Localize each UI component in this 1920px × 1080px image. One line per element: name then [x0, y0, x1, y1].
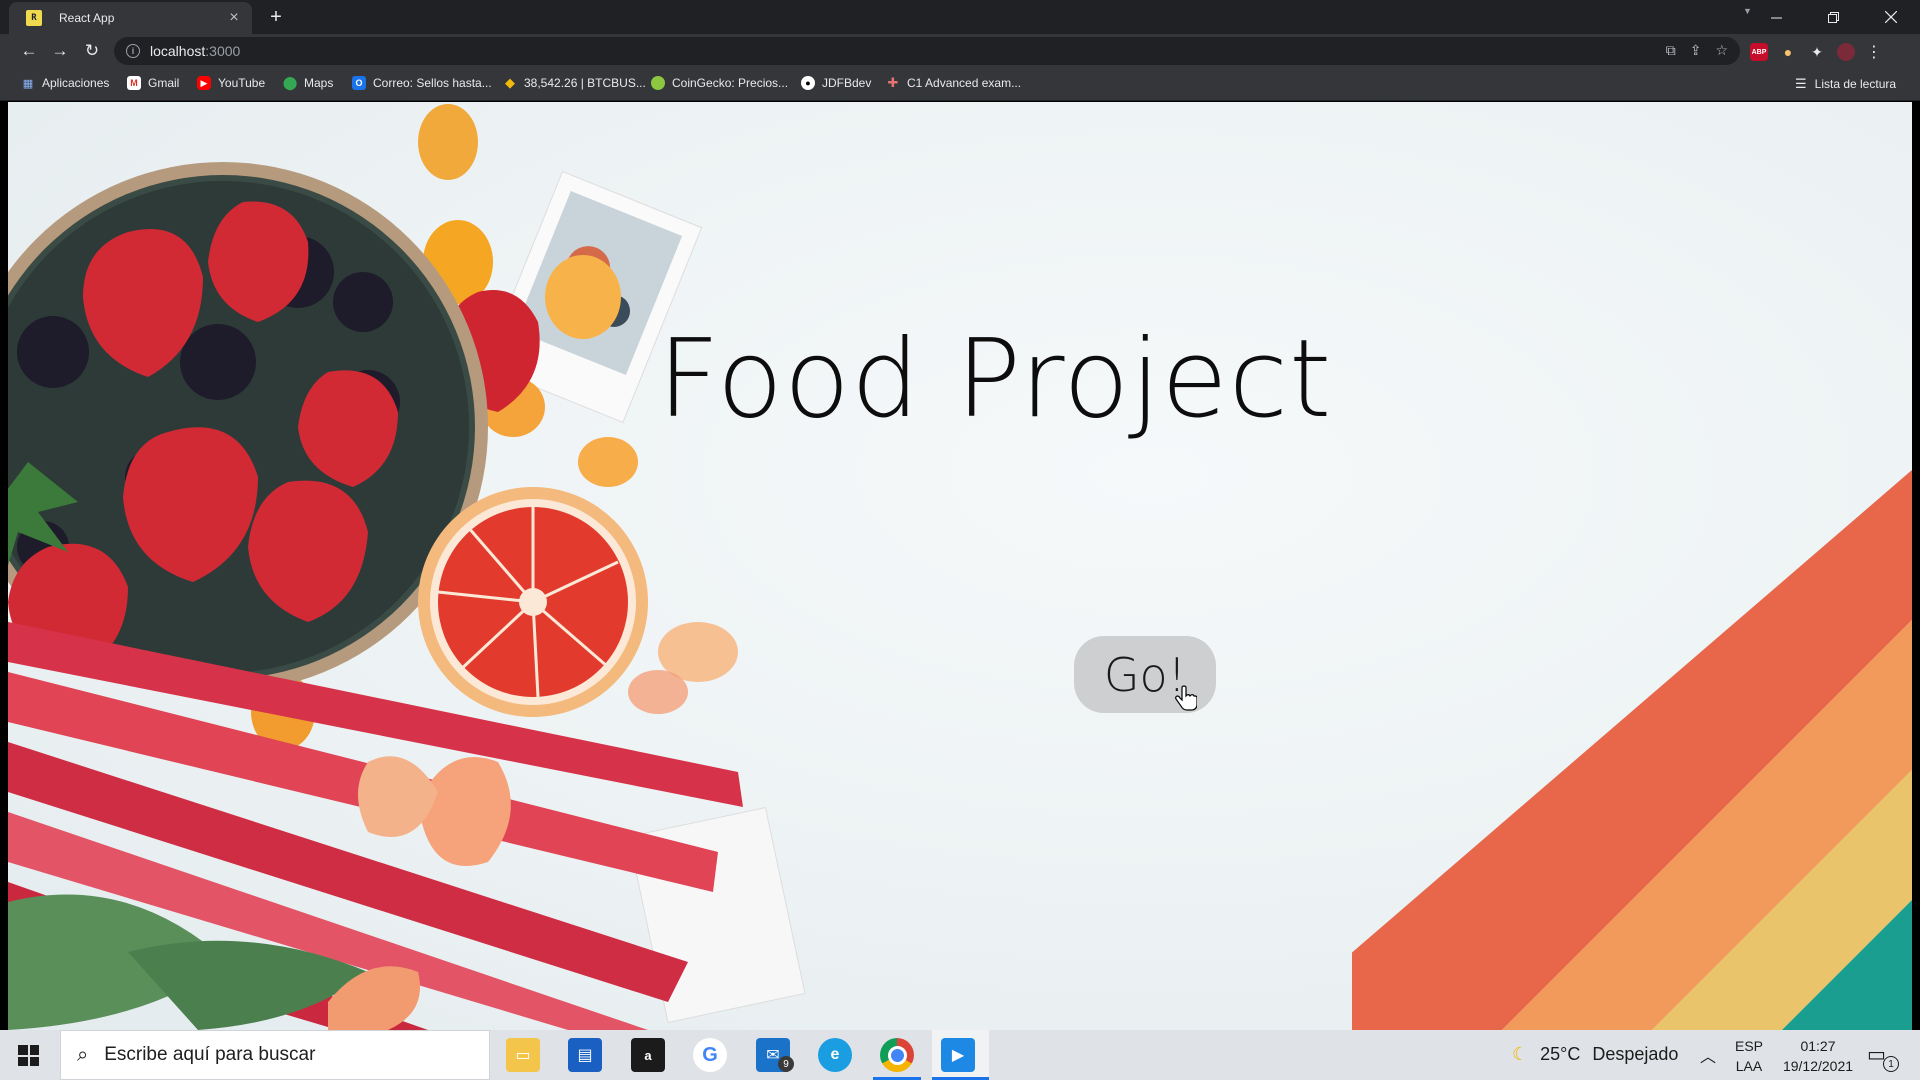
restore-icon	[1828, 11, 1839, 23]
reading-list-button[interactable]: ☰ Lista de lectura	[1795, 76, 1896, 92]
clock-date: 19/12/2021	[1782, 1058, 1854, 1074]
address-bar[interactable]: i localhost :3000 ⧉ ⇪ ☆	[114, 37, 1740, 65]
share-icon[interactable]: ⇪	[1690, 42, 1702, 59]
search-placeholder: Escribe aquí para buscar	[104, 1044, 316, 1065]
reading-list-label: Lista de lectura	[1814, 77, 1897, 91]
moon-icon: ☾	[1512, 1044, 1529, 1064]
site-info-icon[interactable]: i	[126, 44, 140, 58]
bookmark-youtube[interactable]: ▶ YouTube	[197, 76, 265, 90]
layout-code: LAA	[1735, 1058, 1763, 1074]
search-icon: ⌕	[77, 1043, 89, 1066]
google-icon[interactable]: G	[693, 1038, 727, 1072]
close-tab-icon[interactable]: ×	[226, 9, 242, 27]
bookmark-label: YouTube	[218, 76, 266, 90]
url-port: :3000	[205, 43, 241, 59]
hand-pointer-cursor-icon	[1175, 685, 1197, 711]
mail-badge: 9	[778, 1056, 794, 1072]
gmail-icon: M	[127, 76, 141, 90]
bulb-extension-icon[interactable]: ●	[1779, 43, 1797, 61]
browser-toolbar: ← → ↻ i localhost :3000 ⧉ ⇪ ☆ ABP ● ✦ ⋮	[0, 34, 1920, 68]
browser-tab-bar: R React App × + ▼	[0, 0, 1920, 34]
weather-widget[interactable]: ☾ 25°C Despejado	[1512, 1044, 1678, 1065]
page-title: Food Project	[657, 317, 1333, 442]
reading-list-icon: ☰	[1795, 76, 1807, 91]
bookmark-jdfbdev[interactable]: ● JDFBdev	[801, 76, 871, 90]
amazon-icon[interactable]: a	[631, 1038, 665, 1072]
windows-taskbar: ⌕ Escribe aquí para buscar ▭ ▤ a G ✉ 9 e…	[0, 1030, 1920, 1080]
cambridge-icon: ✚	[887, 75, 899, 90]
tab-title: React App	[59, 11, 115, 25]
windows-start-icon[interactable]	[18, 1045, 39, 1066]
language-code: ESP	[1735, 1038, 1764, 1054]
bookmark-label: JDFBdev	[822, 76, 872, 90]
food-background-illustration	[8, 104, 806, 1030]
bookmark-btcbusd[interactable]: ◆ 38,542.26 | BTCBUS...	[503, 75, 646, 90]
diagonal-stripes-decoration	[1352, 470, 1912, 1030]
bookmark-label: CoinGecko: Precios...	[672, 76, 789, 90]
bookmark-label: Maps	[304, 76, 334, 90]
browser-menu-icon[interactable]: ⋮	[1866, 42, 1882, 62]
bookmark-aplicaciones[interactable]: ▦ Aplicaciones	[21, 76, 110, 90]
clock-time: 01:27	[1800, 1038, 1836, 1054]
bookmark-label: C1 Advanced exam...	[907, 76, 1022, 90]
bookmark-c1-advanced[interactable]: ✚ C1 Advanced exam...	[886, 75, 1022, 90]
bookmark-correo[interactable]: O Correo: Sellos hasta...	[352, 76, 492, 90]
minimize-window-button[interactable]	[1748, 0, 1805, 34]
new-tab-button[interactable]: +	[264, 5, 288, 29]
notification-badge: 1	[1883, 1056, 1899, 1072]
bookmarks-bar: ▦ Aplicaciones M Gmail ▶ YouTube ⬤ Maps …	[0, 68, 1920, 101]
omnibox-actions: ⧉ ⇪ ☆	[1666, 42, 1728, 59]
input-language-indicator[interactable]: ESP LAA	[1735, 1036, 1763, 1076]
browser-tab[interactable]: R React App ×	[9, 2, 252, 34]
bookmark-maps[interactable]: ⬤ Maps	[282, 75, 334, 90]
restore-window-button[interactable]	[1805, 0, 1862, 34]
minimize-icon	[1771, 17, 1782, 18]
profile-avatar-icon[interactable]	[1837, 43, 1855, 61]
bookmark-label: Aplicaciones	[42, 76, 110, 90]
react-app-favicon-icon: R	[26, 10, 42, 26]
bookmark-label: Gmail	[148, 76, 180, 90]
translate-icon[interactable]: ⧉	[1666, 42, 1676, 59]
bookmark-label: Correo: Sellos hasta...	[373, 76, 492, 90]
reload-button[interactable]: ↻	[80, 40, 104, 62]
bookmark-label: 38,542.26 | BTCBUS...	[524, 76, 646, 90]
adblock-plus-icon[interactable]: ABP	[1750, 43, 1768, 61]
bookmark-gmail[interactable]: M Gmail	[127, 76, 179, 90]
extensions-area: ABP ● ✦ ⋮	[1750, 42, 1882, 62]
bookmark-star-icon[interactable]: ☆	[1715, 42, 1728, 59]
outlook-mail-icon: O	[352, 76, 366, 90]
file-explorer-icon[interactable]: ▭	[506, 1038, 540, 1072]
binance-icon: ◆	[505, 75, 515, 90]
weather-description: Despejado	[1592, 1044, 1679, 1064]
system-clock[interactable]: 01:27 19/12/2021	[1772, 1036, 1864, 1076]
microsoft-store-icon[interactable]: ▤	[568, 1038, 602, 1072]
extensions-puzzle-icon[interactable]: ✦	[1808, 43, 1826, 61]
close-icon	[1884, 11, 1897, 23]
apps-grid-icon: ▦	[22, 77, 34, 90]
coingecko-icon	[651, 76, 665, 90]
media-player-icon[interactable]: ▶	[941, 1038, 975, 1072]
page-viewport: Food Project Go!	[8, 102, 1912, 1030]
url-host: localhost	[150, 43, 206, 59]
close-window-button[interactable]	[1862, 0, 1919, 34]
youtube-icon: ▶	[197, 76, 211, 90]
github-icon: ●	[801, 76, 815, 90]
back-button[interactable]: ←	[17, 40, 41, 62]
bookmark-coingecko[interactable]: CoinGecko: Precios...	[651, 76, 788, 90]
edge-browser-icon[interactable]: e	[818, 1038, 852, 1072]
maps-pin-icon: ⬤	[282, 75, 298, 90]
chrome-browser-icon[interactable]	[880, 1038, 914, 1072]
show-hidden-icons-chevron-icon[interactable]: ︿	[1700, 1043, 1716, 1067]
taskbar-search-box[interactable]: ⌕ Escribe aquí para buscar	[60, 1030, 490, 1080]
forward-button[interactable]: →	[48, 40, 72, 62]
weather-temperature: 25°C	[1540, 1044, 1581, 1064]
